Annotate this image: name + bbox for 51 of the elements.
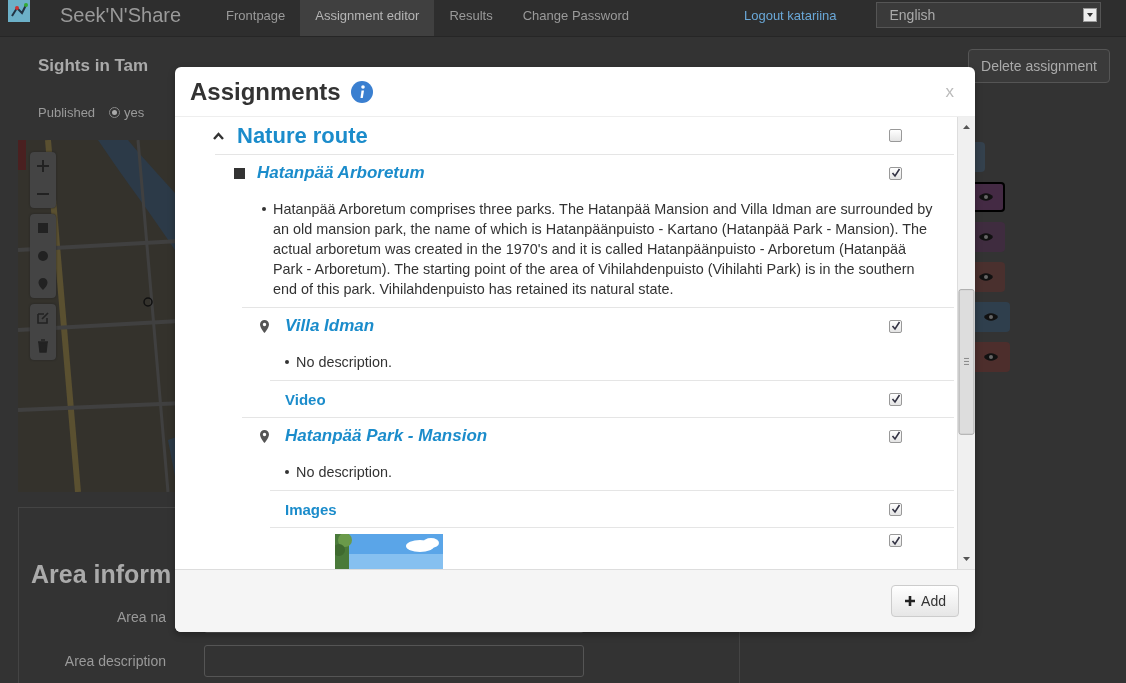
- nav-tab[interactable]: Frontpage: [211, 0, 301, 36]
- bullet-icon: [262, 207, 266, 211]
- assignment-title: Sights in Tam: [38, 56, 149, 76]
- info-icon[interactable]: [350, 80, 373, 103]
- checkbox[interactable]: [889, 129, 902, 142]
- media-title[interactable]: Video: [285, 390, 326, 408]
- map-pin-icon: [260, 319, 269, 333]
- logo-icon[interactable]: [8, 0, 30, 22]
- brand-name[interactable]: Seek'N'Share: [60, 4, 182, 27]
- published-label: Published: [38, 104, 96, 120]
- language-select[interactable]: English: [876, 2, 1102, 28]
- field-label: Area na: [115, 609, 167, 625]
- eye-icon[interactable]: [979, 192, 993, 202]
- checkbox[interactable]: [889, 392, 902, 406]
- caret-icon[interactable]: [1083, 8, 1098, 22]
- point-title[interactable]: Villa Idman: [285, 316, 375, 336]
- eye-icon[interactable]: [979, 232, 993, 242]
- map-pin-icon: [260, 429, 269, 443]
- plus-icon: [904, 595, 917, 607]
- dialog-title: Assignments: [190, 77, 341, 106]
- add-button[interactable]: Add: [891, 585, 959, 617]
- nav-tab[interactable]: Assignment editor: [300, 0, 435, 36]
- eye-icon[interactable]: [984, 312, 998, 322]
- scrollbar[interactable]: [957, 117, 975, 569]
- checkbox[interactable]: [889, 429, 902, 443]
- nav-tab[interactable]: Change Password: [507, 0, 644, 36]
- area-title[interactable]: Hatanpää Arboretum: [257, 163, 425, 183]
- description-text: No description.: [296, 353, 392, 372]
- description-text: Hatanpää Arboretum comprises three parks. The Hatanpää Mansion and Villa Idman are surrounded by an old mansion park, the name of which is Hatanpäänpuisto - Kartano (Hatanpää Park - Mansion). The actual arboretum was created in the 1970's and it is called Hatanpäänpuisto - Arboretum (Hatanpää Park - Arboretum). The starting point of the area of Vihilahdenpuisto (Vihilahti Park) is in the southern end of this park. Vihilahdenpuisto has retained its natural state.: [273, 200, 934, 299]
- media-title[interactable]: Images: [285, 500, 337, 518]
- description-text: No description.: [296, 463, 392, 482]
- checkbox[interactable]: [889, 319, 902, 333]
- eye-icon[interactable]: [979, 272, 993, 282]
- bullet-icon: [285, 470, 289, 474]
- delete-button[interactable]: Delete assignment: [968, 49, 1110, 83]
- checkbox[interactable]: [889, 502, 902, 516]
- point-title[interactable]: Hatanpää Park - Mansion: [285, 426, 488, 446]
- field-label: Area description: [63, 653, 167, 669]
- square-icon: [234, 167, 245, 179]
- nav-tab[interactable]: Results: [434, 0, 508, 36]
- checkbox[interactable]: [889, 166, 902, 180]
- bullet-icon: [285, 360, 289, 364]
- eye-icon[interactable]: [984, 352, 998, 362]
- radio-button[interactable]: [109, 106, 121, 118]
- checkbox[interactable]: [889, 534, 902, 547]
- route-title[interactable]: Nature route: [237, 122, 368, 149]
- input-field[interactable]: [204, 645, 584, 677]
- chevron-up-icon[interactable]: [213, 131, 224, 140]
- radio-label: yes: [124, 104, 145, 120]
- logout-link[interactable]: Logout katariina: [743, 8, 837, 23]
- section-heading: Area inform: [31, 560, 172, 589]
